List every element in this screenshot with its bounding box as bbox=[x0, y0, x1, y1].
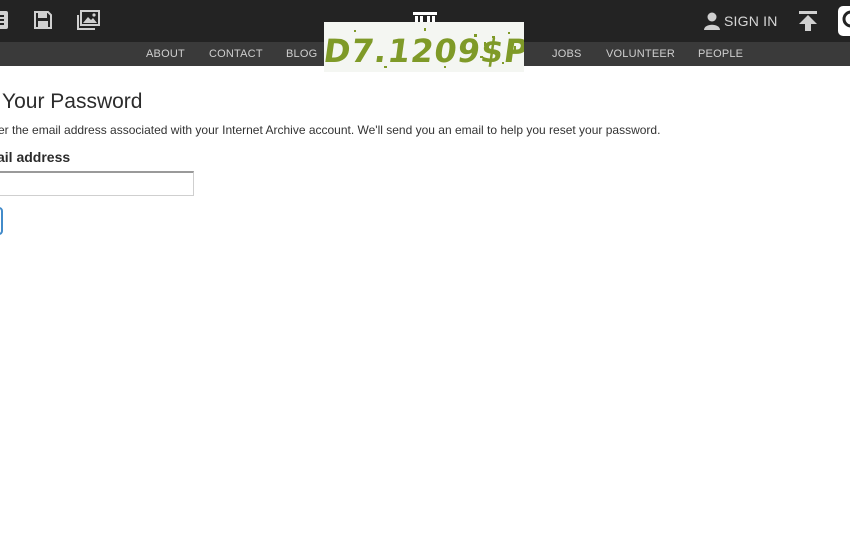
sign-in-link[interactable]: SIGN IN bbox=[704, 10, 778, 32]
captcha-overlay: D7.1209$P bbox=[321, 22, 531, 72]
book-icon[interactable] bbox=[0, 8, 12, 32]
image-gallery-icon[interactable] bbox=[76, 8, 102, 32]
reset-instructions: er the email address associated with you… bbox=[0, 123, 661, 137]
search-button[interactable] bbox=[838, 6, 850, 36]
nav-jobs[interactable]: JOBS bbox=[552, 48, 582, 60]
nav-blog[interactable]: BLOG bbox=[286, 48, 317, 60]
upload-arrow-icon[interactable] bbox=[796, 9, 820, 33]
search-icon bbox=[842, 10, 850, 28]
nav-contact[interactable]: CONTACT bbox=[209, 48, 263, 60]
nav-about[interactable]: ABOUT bbox=[146, 48, 185, 60]
nav-people[interactable]: PEOPLE bbox=[698, 48, 743, 60]
reset-password-button[interactable] bbox=[0, 207, 3, 235]
user-icon bbox=[704, 12, 720, 30]
nav-volunteer[interactable]: VOLUNTEER bbox=[606, 48, 675, 60]
floppy-disk-icon[interactable] bbox=[30, 8, 56, 32]
email-field[interactable] bbox=[0, 171, 194, 196]
sign-in-label: SIGN IN bbox=[724, 13, 778, 29]
page-title: Your Password bbox=[2, 90, 143, 113]
email-field-label: ail address bbox=[0, 149, 71, 165]
